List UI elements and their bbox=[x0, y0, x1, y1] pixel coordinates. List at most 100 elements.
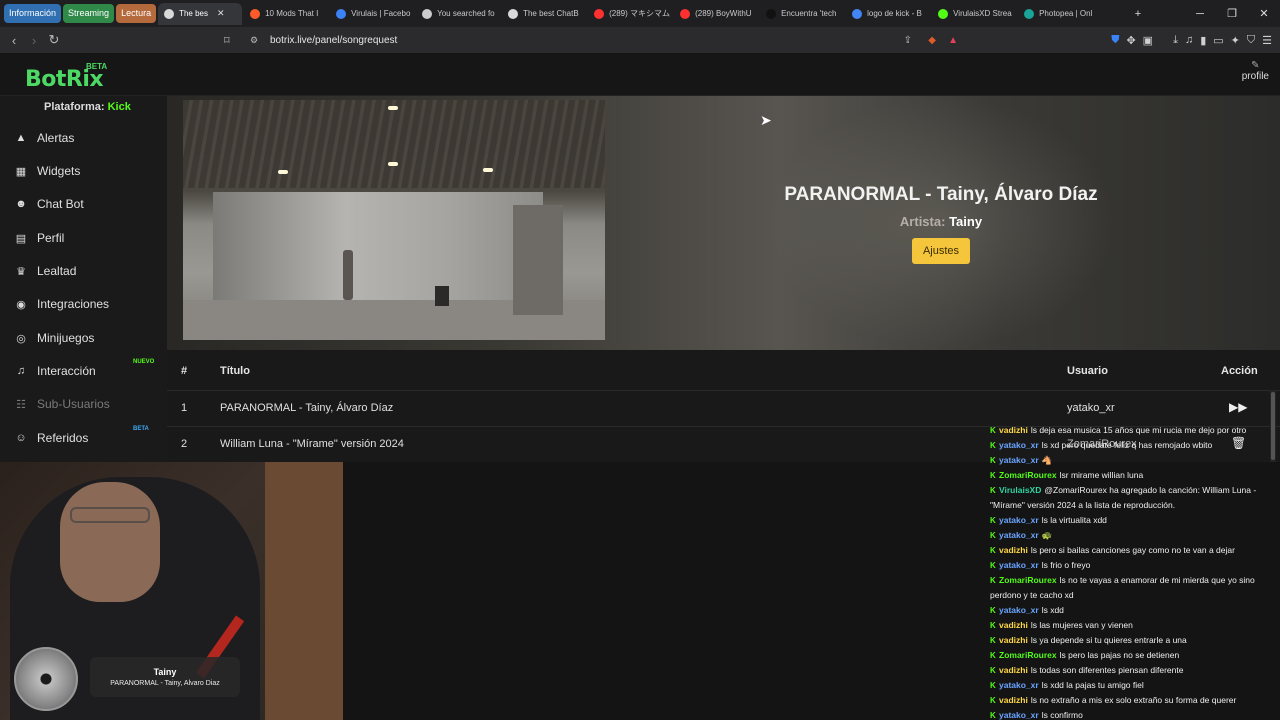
close-tab-icon[interactable]: ✕ bbox=[217, 8, 225, 19]
row-title: PARANORMAL - Tainy, Álvaro Díaz bbox=[220, 402, 394, 414]
back-icon[interactable]: ‹ bbox=[4, 33, 24, 48]
chat-username[interactable]: ZomariRourex bbox=[999, 650, 1057, 660]
kick-badge-icon: K bbox=[990, 441, 996, 450]
chat-message: Kyatako_xr ls xdd la pajas tu amigo fiel bbox=[990, 678, 1275, 693]
platform-label: Plataforma: bbox=[44, 101, 105, 113]
chat-message: Kvadizhi ls todas son diferentes piensan … bbox=[990, 663, 1275, 678]
chat-username[interactable]: vadizhi bbox=[999, 425, 1028, 435]
webcam-face bbox=[60, 482, 160, 602]
browser-tab[interactable]: The bes ✕ bbox=[158, 2, 243, 25]
settings-button[interactable]: Ajustes bbox=[912, 238, 970, 264]
chat-username[interactable]: vadizhi bbox=[999, 695, 1028, 705]
tab-label: (289) BoyWithU bbox=[695, 9, 752, 18]
sidebar-item-interacci-n[interactable]: ♫ Interacción NUEVO bbox=[13, 356, 163, 386]
chat-username[interactable]: ZomariRourex bbox=[999, 575, 1057, 585]
tab-label: Encuentra 'tech bbox=[781, 9, 837, 18]
sidebar-item-referidos[interactable]: ☺ Referidos BETA bbox=[13, 423, 163, 453]
chat-username[interactable]: vadizhi bbox=[999, 635, 1028, 645]
chat-username[interactable]: yatako_xr bbox=[999, 440, 1039, 450]
wallet-icon[interactable]: ▣ bbox=[1143, 34, 1153, 47]
kick-badge-icon: K bbox=[990, 531, 996, 540]
reload-icon[interactable]: ↻ bbox=[44, 32, 64, 48]
sidebar-item-alertas[interactable]: ▲ Alertas bbox=[13, 123, 163, 153]
chat-text: ls xdd bbox=[1041, 605, 1064, 615]
browser-tab[interactable]: (289) マキシマム bbox=[588, 3, 672, 25]
browser-tab[interactable]: 10 Mods That I bbox=[244, 3, 328, 25]
download-icon[interactable]: ⤓ bbox=[1173, 34, 1178, 47]
tab-label: 10 Mods That I bbox=[265, 9, 319, 18]
window-controls: + ─ ❐ ✕ bbox=[1122, 0, 1280, 27]
browser-tab[interactable]: Encuentra 'tech bbox=[760, 3, 844, 25]
skip-icon[interactable]: ▶▶ bbox=[1229, 400, 1247, 414]
chat-username[interactable]: yatako_xr bbox=[999, 680, 1039, 690]
tab-group-lectura[interactable]: Lectura bbox=[116, 4, 157, 23]
chat-username[interactable]: ZomariRourex bbox=[999, 470, 1057, 480]
bookmark-icon[interactable]: ⌑ bbox=[224, 34, 230, 47]
sidebar-item-lealtad[interactable]: ♛ Lealtad bbox=[13, 256, 163, 286]
sidebar-item-perfil[interactable]: ▤ Perfil bbox=[13, 223, 163, 253]
kick-badge-icon: K bbox=[990, 516, 996, 525]
tab-group-streaming[interactable]: Streaming bbox=[63, 4, 115, 23]
chat-username[interactable]: yatako_xr bbox=[999, 710, 1039, 720]
url-field[interactable]: ⌑ ⚙ botrix.live/panel/songrequest ⇪ ◆ ▲ bbox=[214, 30, 964, 50]
share-icon[interactable]: ⇪ bbox=[904, 35, 912, 46]
maximize-button[interactable]: ❐ bbox=[1216, 7, 1248, 20]
webcam-glasses bbox=[70, 507, 150, 523]
trophy-icon: ♛ bbox=[16, 265, 26, 278]
kick-badge-icon: K bbox=[990, 486, 996, 495]
profile-button[interactable]: ✎ profile bbox=[1242, 60, 1269, 82]
chat-username[interactable]: yatako_xr bbox=[999, 560, 1039, 570]
forward-icon[interactable]: › bbox=[24, 33, 44, 48]
discord-icon: ◉ bbox=[16, 298, 26, 311]
sidebar-item-minijuegos[interactable]: ◎ Minijuegos bbox=[13, 323, 163, 353]
wallet2-icon[interactable]: ▭ bbox=[1213, 34, 1223, 47]
chat-message: Kyatako_xr 🐢 bbox=[990, 528, 1275, 543]
site-info-icon[interactable]: ⚙ bbox=[250, 35, 258, 46]
chat-message: K ZomariRourex ls pero las pajas no se det… bbox=[990, 648, 1275, 663]
sidebar-item-integraciones[interactable]: ◉ Integraciones bbox=[13, 289, 163, 319]
sidebar-item-label: Referidos bbox=[37, 431, 89, 445]
gamepad-icon: ◎ bbox=[16, 332, 26, 345]
sidebar-item-sub-usuarios[interactable]: ☷ Sub-Usuarios bbox=[13, 389, 163, 419]
chat-username[interactable]: vadizhi bbox=[999, 545, 1028, 555]
chat-username[interactable]: vadizhi bbox=[999, 665, 1028, 675]
url-text[interactable]: botrix.live/panel/songrequest bbox=[270, 35, 397, 46]
browser-tab[interactable]: The best ChatB bbox=[502, 3, 586, 25]
chat-overlay: Kvadizhi ls deja esa musica 15 años que m… bbox=[990, 423, 1275, 720]
browser-tab[interactable]: You searched fo bbox=[416, 3, 500, 25]
tab-group-informacion[interactable]: Información bbox=[4, 4, 62, 23]
shield-icon[interactable]: ⛉ bbox=[1247, 34, 1255, 47]
chat-username[interactable]: yatako_xr bbox=[999, 605, 1039, 615]
minimize-button[interactable]: ─ bbox=[1184, 8, 1216, 20]
chat-username[interactable]: VirulaisXD bbox=[999, 485, 1041, 495]
chat-username[interactable]: yatako_xr bbox=[999, 455, 1039, 465]
browser-tab[interactable]: Virulais | Facebo bbox=[330, 3, 414, 25]
brave-rewards-icon[interactable]: ▲ bbox=[948, 35, 958, 46]
browser-tab[interactable]: VirulaisXD Strea bbox=[932, 3, 1016, 25]
chat-message: Kvadizhi ls las mujeres van y vienen bbox=[990, 618, 1275, 633]
sidebar-item-widgets[interactable]: ▦ Widgets bbox=[13, 156, 163, 186]
close-window-button[interactable]: ✕ bbox=[1248, 7, 1280, 20]
toolbar-icons: ⛊ ✥ ▣ ⤓ ♫ ▮ ▭ ✦ ⛉ ☰ bbox=[1111, 27, 1272, 53]
vpn-icon[interactable]: ⛊ bbox=[1111, 34, 1119, 47]
menu-icon[interactable]: ☰ bbox=[1262, 34, 1272, 47]
chat-username[interactable]: yatako_xr bbox=[999, 515, 1039, 525]
chat-text: lsr mirame willian luna bbox=[1059, 470, 1144, 480]
chat-message: K VirulaisXD @ZomariRourex ha agregado la … bbox=[990, 483, 1275, 513]
chat-username[interactable]: yatako_xr bbox=[999, 530, 1039, 540]
sidebar-item-chat-bot[interactable]: ☻ Chat Bot bbox=[13, 189, 163, 219]
chat-username[interactable]: vadizhi bbox=[999, 620, 1028, 630]
browser-tab[interactable]: logo de kick - B bbox=[846, 3, 930, 25]
browser-tab[interactable]: (289) BoyWithU bbox=[674, 3, 758, 25]
media-icon[interactable]: ♫ bbox=[1185, 34, 1193, 46]
video-player[interactable] bbox=[183, 100, 605, 340]
browser-tab[interactable]: Photopea | Onl bbox=[1018, 3, 1102, 25]
extensions-icon[interactable]: ✥ bbox=[1126, 34, 1135, 47]
brave-shield-icon[interactable]: ◆ bbox=[928, 35, 936, 46]
tab-favicon-icon bbox=[1024, 8, 1035, 19]
sidebar-item-label: Widgets bbox=[37, 164, 81, 178]
new-tab-button[interactable]: + bbox=[1122, 8, 1154, 20]
chat-message: Kvadizhi ls ya depende si tu quieres entr… bbox=[990, 633, 1275, 648]
leo-icon[interactable]: ✦ bbox=[1231, 34, 1240, 47]
sidebar-toggle-icon[interactable]: ▮ bbox=[1200, 34, 1206, 47]
